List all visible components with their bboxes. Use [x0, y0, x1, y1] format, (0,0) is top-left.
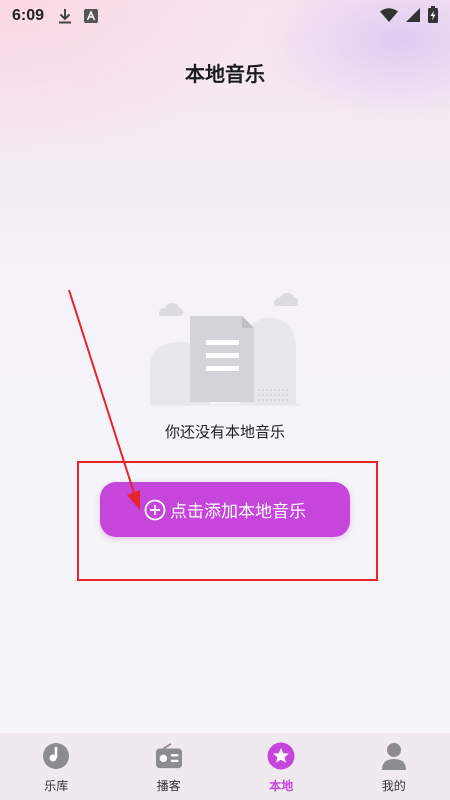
nav-label-podcast: 播客: [156, 779, 181, 793]
add-local-music-label: 点击添加本地音乐: [170, 502, 306, 522]
nav-label-mine: 我的: [381, 779, 406, 793]
nav-item-mine[interactable]: 我的: [338, 733, 450, 800]
status-time: 6:09: [12, 7, 45, 24]
music-disc-icon: [42, 742, 70, 770]
nav-item-podcast[interactable]: 播客: [113, 733, 226, 800]
star-icon: [267, 742, 295, 770]
page-title: 本地音乐: [185, 62, 265, 86]
plus-circle-icon: [144, 499, 166, 521]
radio-icon: [155, 742, 183, 770]
empty-state-message: 你还没有本地音乐: [164, 423, 285, 441]
nav-label-local: 本地: [269, 779, 294, 793]
nav-item-library[interactable]: 乐库: [0, 733, 113, 800]
add-local-music-button[interactable]: 点击添加本地音乐: [100, 482, 350, 537]
bottom-nav: 乐库 播客 本地 我的: [0, 733, 450, 800]
nav-label-library: 乐库: [44, 779, 69, 793]
cellular-icon: [406, 7, 420, 26]
user-icon: [380, 742, 408, 770]
nav-item-local[interactable]: 本地: [225, 733, 338, 800]
status-bar: 6:09: [0, 0, 450, 32]
status-right-icons: [380, 5, 438, 27]
a-box-icon: [84, 9, 99, 23]
download-icon: [58, 8, 72, 24]
empty-document-icon: [150, 290, 300, 414]
battery-charging-icon: [428, 5, 438, 27]
wifi-icon: [380, 7, 398, 26]
